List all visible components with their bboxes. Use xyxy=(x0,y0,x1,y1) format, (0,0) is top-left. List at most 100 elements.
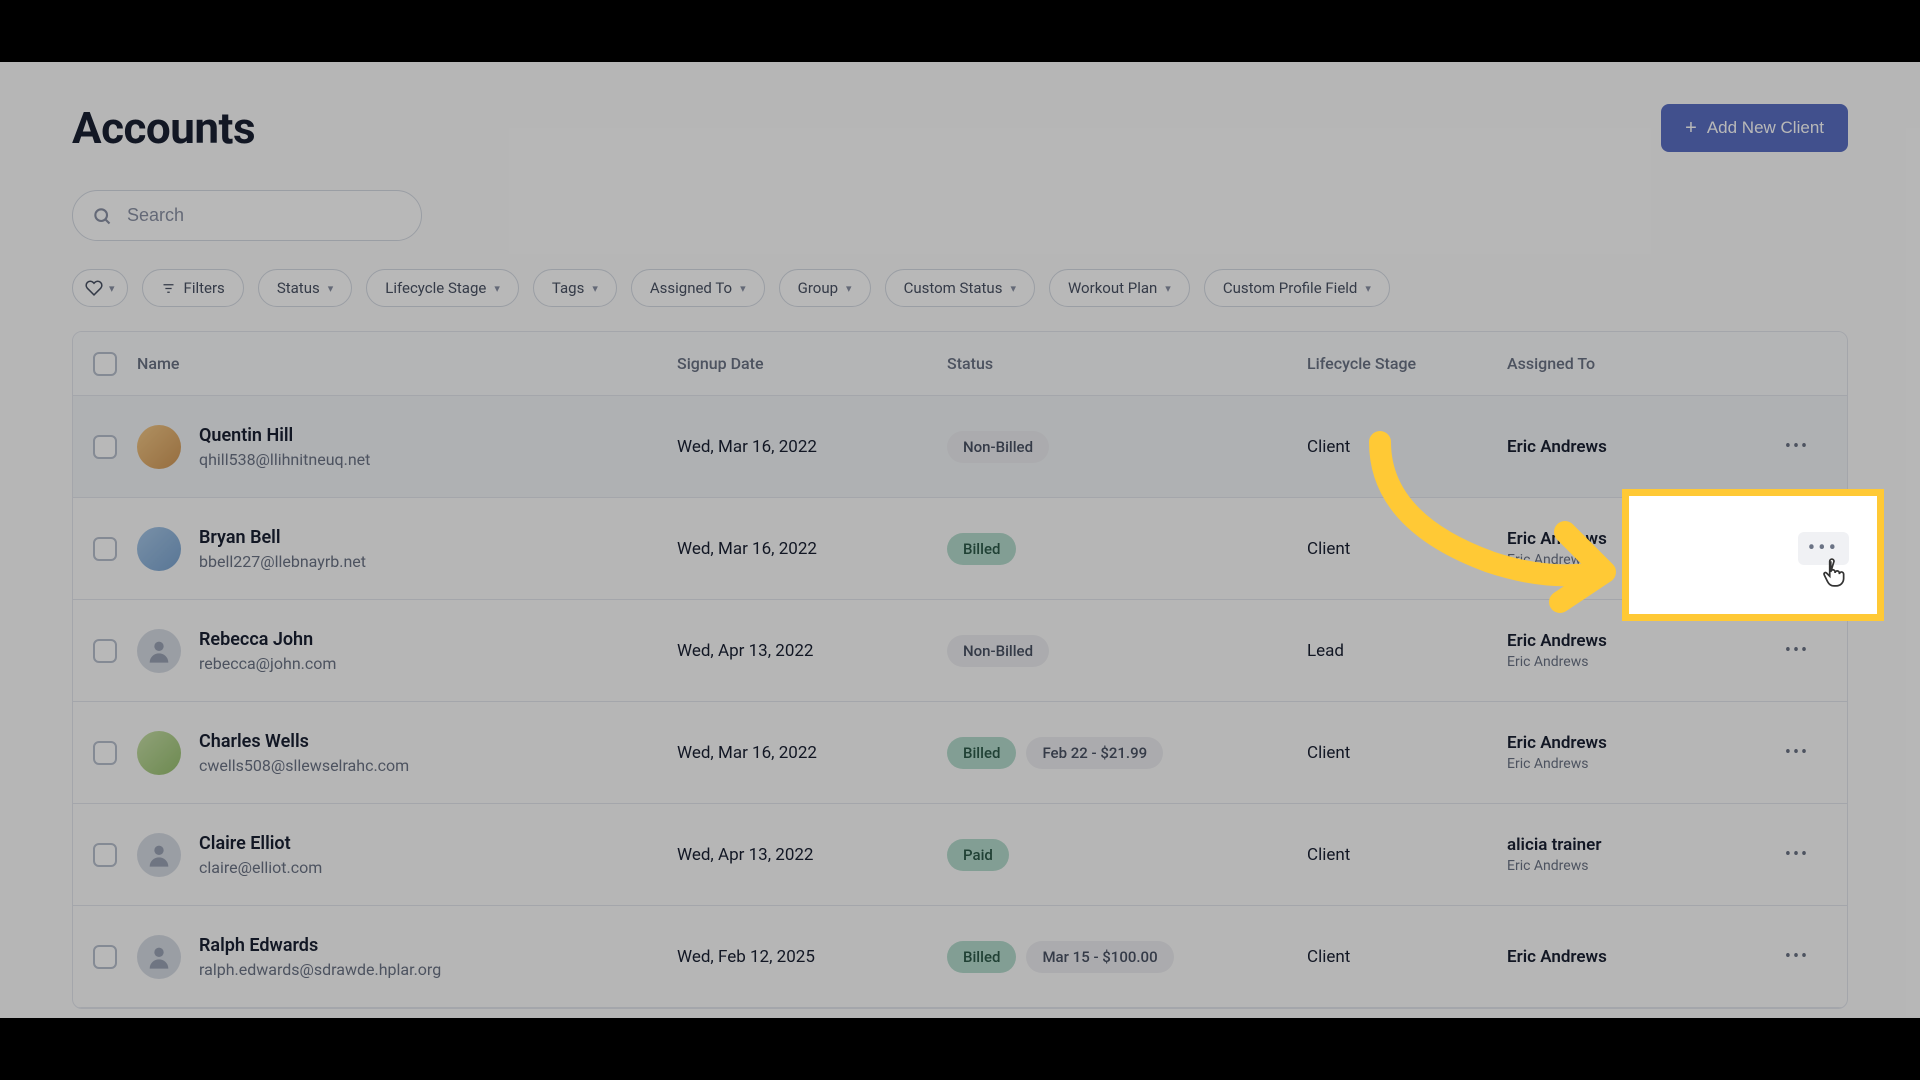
client-email: ralph.edwards@sdrawde.hplar.org xyxy=(199,960,441,979)
chevron-down-icon: ▾ xyxy=(846,282,852,295)
signup-date: Wed, Apr 13, 2022 xyxy=(677,641,947,661)
lifecycle-stage: Client xyxy=(1307,539,1507,559)
table-row[interactable]: Bryan Bell bbell227@llebnayrb.net Wed, Mar… xyxy=(73,498,1847,600)
table-row[interactable]: Ralph Edwards ralph.edwards@sdrawde.hplar… xyxy=(73,906,1847,1008)
row-actions-button[interactable]: ••• xyxy=(1779,735,1815,771)
assigned-primary: Eric Andrews xyxy=(1507,437,1757,457)
cursor-icon xyxy=(1821,558,1847,588)
filter-custom-status[interactable]: Custom Status▾ xyxy=(885,269,1035,307)
client-name: Charles Wells xyxy=(199,731,409,752)
client-email: rebecca@john.com xyxy=(199,654,336,673)
avatar xyxy=(137,629,181,673)
col-assigned[interactable]: Assigned To xyxy=(1507,354,1757,373)
accounts-table: Name Signup Date Status Lifecycle Stage … xyxy=(72,331,1848,1009)
lifecycle-stage: Client xyxy=(1307,743,1507,763)
status-badge: Non-Billed xyxy=(947,635,1049,667)
filters-label: Filters xyxy=(184,279,225,297)
add-client-button[interactable]: + Add New Client xyxy=(1661,104,1848,152)
search-input[interactable] xyxy=(72,190,422,241)
status-extra-badge: Mar 15 - $100.00 xyxy=(1026,941,1173,973)
col-signup[interactable]: Signup Date xyxy=(677,354,947,373)
col-status[interactable]: Status xyxy=(947,354,1307,373)
chevron-down-icon: ▾ xyxy=(494,282,500,295)
client-email: cwells508@sllewselrahc.com xyxy=(199,756,409,775)
chevron-down-icon: ▾ xyxy=(1010,282,1016,295)
row-checkbox[interactable] xyxy=(93,639,117,663)
filter-icon xyxy=(161,281,176,296)
lifecycle-stage: Client xyxy=(1307,845,1507,865)
status-badge: Non-Billed xyxy=(947,431,1049,463)
status-badge: Billed xyxy=(947,737,1016,769)
client-name: Rebecca John xyxy=(199,629,336,650)
client-email: claire@elliot.com xyxy=(199,858,322,877)
add-client-label: Add New Client xyxy=(1707,118,1824,138)
signup-date: Wed, Apr 13, 2022 xyxy=(677,845,947,865)
chevron-down-icon: ▾ xyxy=(592,282,598,295)
chevron-down-icon: ▾ xyxy=(328,282,334,295)
plus-icon: + xyxy=(1685,118,1697,138)
filter-group[interactable]: Group▾ xyxy=(779,269,871,307)
signup-date: Wed, Mar 16, 2022 xyxy=(677,437,947,457)
avatar xyxy=(137,731,181,775)
avatar xyxy=(137,935,181,979)
status-badge: Billed xyxy=(947,533,1016,565)
row-checkbox[interactable] xyxy=(93,435,117,459)
lifecycle-stage: Lead xyxy=(1307,641,1507,661)
chevron-down-icon: ▾ xyxy=(1165,282,1171,295)
col-name[interactable]: Name xyxy=(137,354,677,373)
filters-button[interactable]: Filters xyxy=(142,269,244,307)
assigned-secondary: Eric Andrews xyxy=(1507,756,1757,772)
row-checkbox[interactable] xyxy=(93,537,117,561)
signup-date: Wed, Mar 16, 2022 xyxy=(677,539,947,559)
signup-date: Wed, Mar 16, 2022 xyxy=(677,743,947,763)
row-actions-button[interactable]: ••• xyxy=(1779,633,1815,669)
lifecycle-stage: Client xyxy=(1307,437,1507,457)
filter-workout-plan[interactable]: Workout Plan▾ xyxy=(1049,269,1190,307)
chevron-down-icon: ▾ xyxy=(109,282,115,295)
assigned-secondary: Eric Andrews xyxy=(1507,654,1757,670)
table-row[interactable]: Quentin Hill qhill538@llihnitneuq.net Wed,… xyxy=(73,396,1847,498)
row-checkbox[interactable] xyxy=(93,945,117,969)
client-email: bbell227@llebnayrb.net xyxy=(199,552,366,571)
chevron-down-icon: ▾ xyxy=(740,282,746,295)
row-checkbox[interactable] xyxy=(93,741,117,765)
assigned-primary: Eric Andrews xyxy=(1507,947,1757,967)
assigned-secondary: Eric Andrews xyxy=(1507,858,1757,874)
table-row[interactable]: Claire Elliot claire@elliot.com Wed, Apr 1… xyxy=(73,804,1847,906)
heart-icon xyxy=(85,279,103,297)
assigned-primary: Eric Andrews xyxy=(1507,733,1757,753)
highlight-callout: ••• xyxy=(1622,489,1884,621)
status-extra-badge: Feb 22 - $21.99 xyxy=(1026,737,1163,769)
client-email: qhill538@llihnitneuq.net xyxy=(199,450,370,469)
search-icon xyxy=(92,206,112,226)
avatar xyxy=(137,833,181,877)
lifecycle-stage: Client xyxy=(1307,947,1507,967)
row-actions-button[interactable]: ••• xyxy=(1779,429,1815,465)
assigned-primary: Eric Andrews xyxy=(1507,631,1757,651)
filter-assigned-to[interactable]: Assigned To▾ xyxy=(631,269,765,307)
table-row[interactable]: Charles Wells cwells508@sllewselrahc.com W… xyxy=(73,702,1847,804)
filter-status[interactable]: Status▾ xyxy=(258,269,352,307)
filter-custom-profile[interactable]: Custom Profile Field▾ xyxy=(1204,269,1390,307)
chevron-down-icon: ▾ xyxy=(1365,282,1371,295)
favorite-filter[interactable]: ▾ xyxy=(72,269,128,307)
avatar xyxy=(137,527,181,571)
select-all-checkbox[interactable] xyxy=(93,352,117,376)
col-lifecycle[interactable]: Lifecycle Stage xyxy=(1307,354,1507,373)
row-actions-button[interactable]: ••• xyxy=(1779,939,1815,975)
avatar xyxy=(137,425,181,469)
row-checkbox[interactable] xyxy=(93,843,117,867)
client-name: Bryan Bell xyxy=(199,527,366,548)
assigned-primary: alicia trainer xyxy=(1507,835,1757,855)
row-actions-button[interactable]: ••• xyxy=(1779,837,1815,873)
client-name: Quentin Hill xyxy=(199,425,370,446)
filter-tags[interactable]: Tags▾ xyxy=(533,269,617,307)
table-row[interactable]: Rebecca John rebecca@john.com Wed, Apr 13,… xyxy=(73,600,1847,702)
status-badge: Billed xyxy=(947,941,1016,973)
page-title: Accounts xyxy=(72,102,255,154)
status-badge: Paid xyxy=(947,839,1009,871)
client-name: Ralph Edwards xyxy=(199,935,441,956)
client-name: Claire Elliot xyxy=(199,833,322,854)
signup-date: Wed, Feb 12, 2025 xyxy=(677,947,947,967)
filter-lifecycle[interactable]: Lifecycle Stage▾ xyxy=(366,269,519,307)
